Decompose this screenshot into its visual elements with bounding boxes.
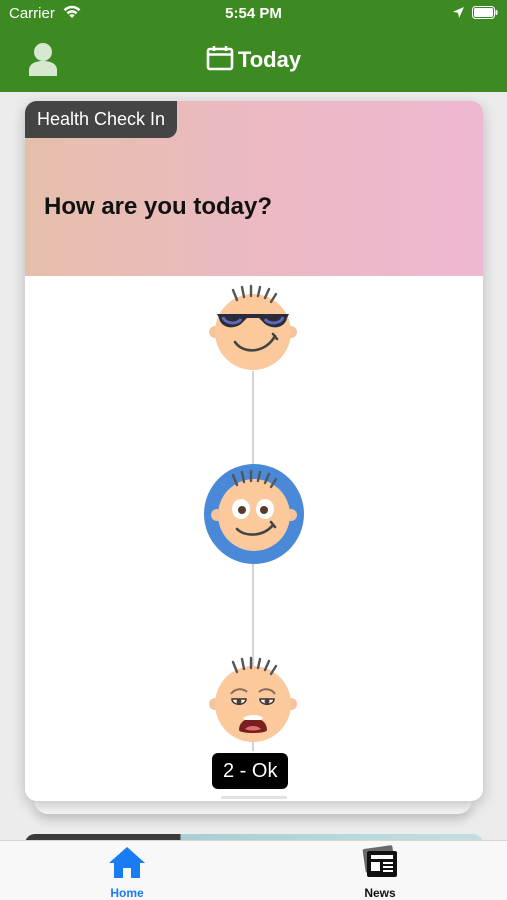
page-title: Today (237, 47, 302, 72)
cool-face-icon[interactable] (207, 284, 299, 381)
nav-title-group: Today (0, 28, 507, 92)
sad-face-icon[interactable] (207, 654, 299, 751)
battery-icon (472, 6, 498, 23)
newspaper-icon (360, 845, 400, 883)
screen: Carrier 5:54 PM Today Health Check In Ho… (0, 0, 507, 900)
ok-face-icon[interactable] (203, 463, 305, 570)
home-icon (107, 847, 147, 883)
nav-bar: Today (0, 28, 507, 92)
mood-value-label: 2 - Ok (212, 753, 289, 789)
scroll-indicator (221, 796, 287, 799)
health-check-card: Health Check In How are you today? 2 - O… (25, 101, 483, 801)
clock: 5:54 PM (225, 5, 282, 22)
calendar-icon (206, 45, 234, 76)
tab-bar: Home News (0, 840, 507, 900)
card-question: How are you today? (44, 193, 273, 220)
location-arrow-icon (452, 6, 465, 23)
status-bar: Carrier 5:54 PM (0, 0, 507, 28)
card-stack-shadow (34, 800, 472, 814)
tab-news[interactable]: News (320, 845, 440, 900)
tab-home-label: Home (110, 886, 144, 900)
tab-news-label: News (364, 886, 396, 900)
tab-home[interactable]: Home (67, 845, 187, 900)
card-header: Health Check In How are you today? (25, 101, 483, 276)
top-bar: Carrier 5:54 PM Today (0, 0, 507, 92)
card-tag: Health Check In (25, 101, 178, 138)
